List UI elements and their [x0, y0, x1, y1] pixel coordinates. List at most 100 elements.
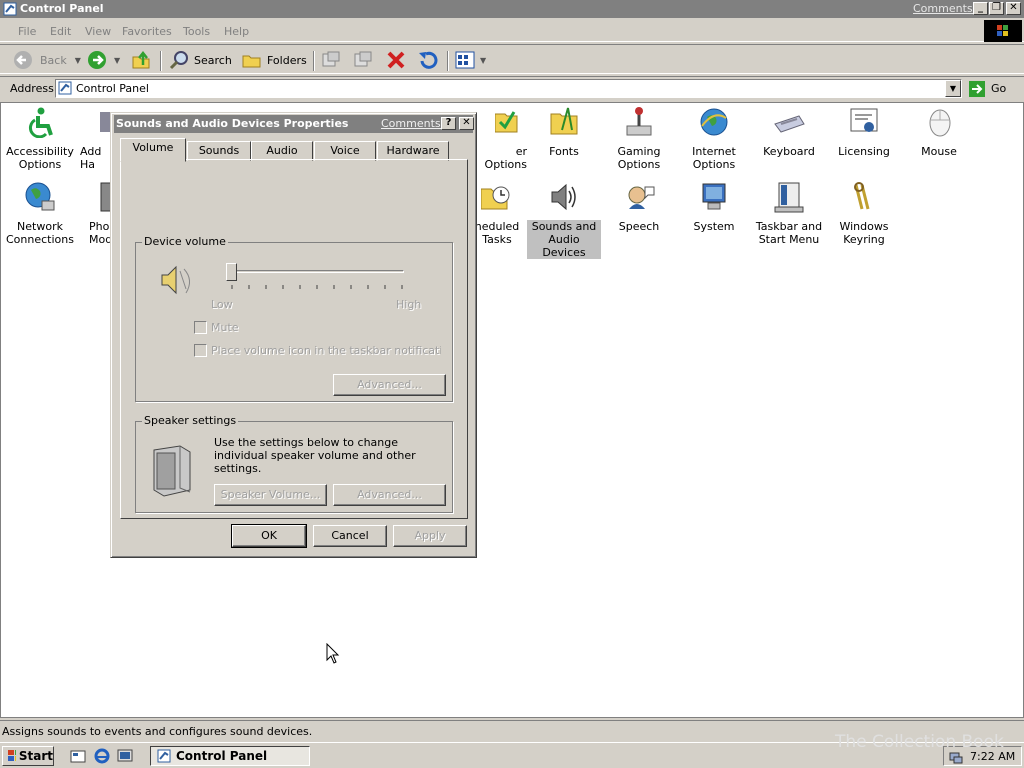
menu-view[interactable]: View: [85, 25, 111, 38]
licensing-item[interactable]: Licensing: [827, 106, 901, 158]
joystick-icon: [626, 107, 652, 136]
forward-button[interactable]: ▼: [86, 49, 120, 71]
add-hardware-icon: [100, 112, 110, 132]
system-monitor-icon: [702, 183, 726, 210]
device-volume-group: Device volume Low High Mute Place volume…: [135, 235, 453, 402]
speaker-cabinet-icon: [153, 445, 191, 497]
windows-keyring-item[interactable]: Windows Keyring: [827, 181, 901, 246]
control-panel-task-icon: [157, 749, 171, 763]
help-button[interactable]: ?: [441, 117, 456, 130]
internet-options-item[interactable]: Internet Options: [677, 106, 751, 171]
phone-modem-item[interactable]: Phon Mod: [85, 181, 113, 246]
move-to-button[interactable]: [320, 49, 342, 71]
volume-track: [229, 270, 404, 273]
sounds-audio-properties-dialog: Sounds and Audio Devices Properties Comm…: [110, 112, 477, 558]
internet-explorer-icon[interactable]: [94, 748, 110, 764]
speaker-settings-group: Speaker settings Use the settings below …: [135, 414, 453, 513]
folder-options-item[interactable]: er Options: [477, 106, 527, 171]
menu-edit[interactable]: Edit: [50, 25, 71, 38]
sounds-audio-devices-item[interactable]: Sounds and Audio Devices: [527, 181, 601, 259]
speech-icon: [628, 186, 655, 209]
menu-bar: File Edit View Favorites Tools Help: [0, 20, 1024, 42]
go-arrow-icon: [969, 80, 985, 97]
tab-audio[interactable]: Audio: [251, 141, 313, 161]
mouse-pointer-icon: [326, 643, 340, 664]
keyboard-item[interactable]: Keyboard: [752, 106, 826, 158]
cancel-button[interactable]: Cancel: [313, 525, 387, 547]
views-icon: [455, 51, 475, 69]
device-advanced-button[interactable]: Advanced...: [333, 374, 446, 396]
go-button[interactable]: Go: [968, 79, 1006, 98]
taskbar-start-menu-item[interactable]: Taskbar and Start Menu: [752, 181, 826, 246]
mouse-icon: [929, 109, 951, 137]
show-desktop-icon[interactable]: [70, 748, 86, 764]
views-dropdown-icon[interactable]: ▼: [480, 56, 486, 65]
speaker-advanced-button[interactable]: Advanced...: [333, 484, 446, 506]
address-dropdown-icon[interactable]: ▼: [945, 80, 961, 97]
back-dropdown-icon[interactable]: ▼: [75, 56, 81, 65]
status-text: Assigns sounds to events and configures …: [2, 725, 313, 738]
volume-ticks: [231, 285, 403, 289]
taskbar-icon: [774, 182, 804, 213]
network-globe-icon: [25, 182, 55, 211]
menu-tools[interactable]: Tools: [183, 25, 210, 38]
speech-item[interactable]: Speech: [602, 181, 676, 233]
menu-file[interactable]: File: [18, 25, 36, 38]
system-item[interactable]: System: [677, 181, 751, 233]
views-button[interactable]: ▼: [454, 49, 486, 71]
search-button[interactable]: Search: [168, 49, 232, 71]
move-to-icon: [322, 51, 340, 67]
speaker-icon: [551, 183, 576, 211]
up-folder-button[interactable]: [130, 49, 152, 71]
window-title: Control Panel: [20, 2, 104, 15]
address-value: Control Panel: [76, 82, 149, 95]
undo-icon: [419, 51, 438, 69]
tab-volume[interactable]: Volume: [120, 138, 186, 162]
fonts-folder-icon: [550, 107, 578, 135]
volume-speaker-icon: [161, 265, 190, 295]
watermark-text: The Collection Book: [835, 732, 1004, 752]
control-panel-small-icon: [58, 81, 72, 95]
network-connections-item[interactable]: Network Connections: [3, 181, 77, 246]
taskbar-control-panel[interactable]: Control Panel: [150, 746, 310, 766]
speaker-volume-button[interactable]: Speaker Volume...: [214, 484, 327, 506]
delete-button[interactable]: [385, 49, 407, 71]
undo-button[interactable]: [416, 49, 440, 71]
tab-voice[interactable]: Voice: [314, 141, 376, 161]
volume-slider-thumb[interactable]: [226, 263, 237, 281]
gaming-options-item[interactable]: Gaming Options: [602, 106, 676, 171]
menu-favorites[interactable]: Favorites: [122, 25, 172, 38]
dialog-close-button[interactable]: ✕: [459, 117, 474, 130]
add-hardware-item[interactable]: Add Ha: [76, 106, 110, 171]
start-button[interactable]: Start: [2, 746, 54, 766]
tab-sounds[interactable]: Sounds: [187, 141, 251, 161]
mute-checkbox[interactable]: [194, 321, 207, 334]
ok-button[interactable]: OK: [231, 524, 307, 548]
back-button[interactable]: Back ▼: [12, 49, 81, 71]
restore-button[interactable]: ❐: [989, 2, 1004, 15]
folders-button[interactable]: Folders: [241, 49, 307, 71]
apply-button[interactable]: Apply: [393, 525, 467, 547]
tab-hardware[interactable]: Hardware: [377, 141, 449, 161]
mute-label: Mute: [211, 321, 239, 334]
dialog-comments-link[interactable]: Comments?: [381, 117, 446, 130]
minimize-button[interactable]: _: [973, 2, 988, 15]
windows-flag-icon: [8, 750, 16, 761]
dialog-title: Sounds and Audio Devices Properties: [116, 117, 349, 130]
mouse-item[interactable]: Mouse: [902, 106, 976, 158]
forward-dropdown-icon[interactable]: ▼: [114, 56, 120, 65]
accessibility-icon: [28, 107, 53, 139]
copy-to-button[interactable]: [352, 49, 374, 71]
delete-icon: [387, 51, 405, 69]
scheduled-tasks-icon: [480, 186, 510, 210]
close-button[interactable]: ✕: [1006, 2, 1021, 15]
fonts-item[interactable]: Fonts: [527, 106, 601, 158]
address-input[interactable]: Control Panel ▼: [55, 79, 962, 98]
tray-icon-checkbox[interactable]: [194, 344, 207, 357]
menu-help[interactable]: Help: [224, 25, 249, 38]
comments-link[interactable]: Comments?: [913, 2, 978, 15]
accessibility-options-item[interactable]: Accessibility Options: [3, 106, 77, 171]
speaker-settings-label: Speaker settings: [142, 414, 239, 427]
tray-icon-label: Place volume icon in the taskbar notific…: [211, 344, 441, 357]
explorer-icon[interactable]: [117, 748, 133, 764]
